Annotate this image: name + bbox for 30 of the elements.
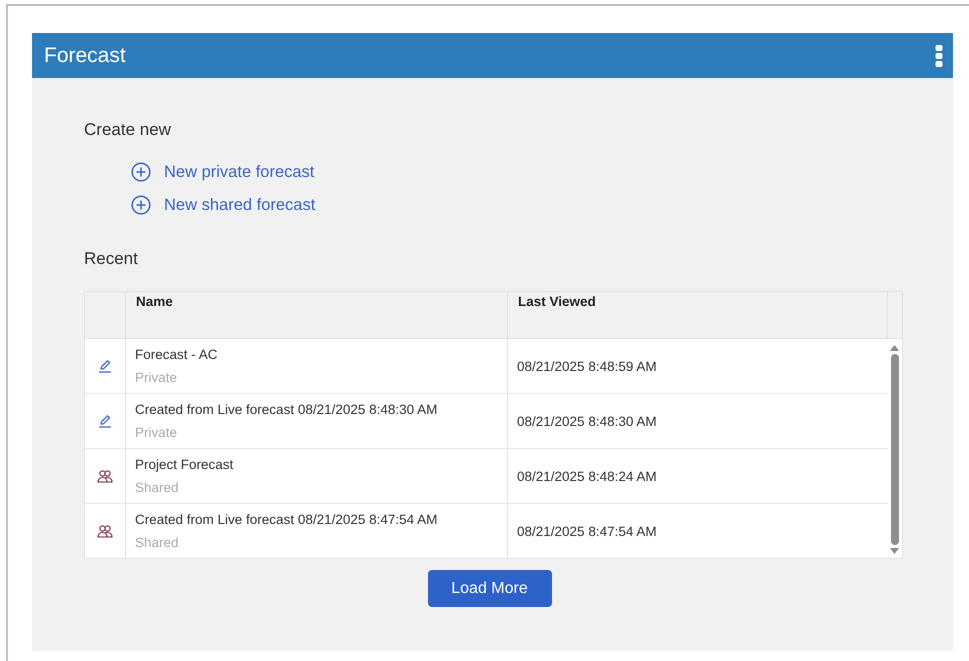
pencil-icon[interactable] xyxy=(98,414,112,428)
scrollbar-thumb[interactable] xyxy=(890,354,898,545)
forecast-name[interactable]: Created from Live forecast 08/21/2025 8:47:54 AM xyxy=(135,512,498,527)
pencil-icon[interactable] xyxy=(98,359,112,373)
people-icon xyxy=(97,524,113,538)
add-circle-icon xyxy=(131,162,151,182)
section-heading: Recent xyxy=(84,249,139,269)
scroll-down-icon[interactable] xyxy=(890,548,899,554)
add-circle-icon xyxy=(131,195,151,215)
new-forecast-link[interactable]: New private forecast xyxy=(131,162,901,182)
load-more-button[interactable]: Load More xyxy=(428,570,552,607)
last-viewed-date: 08/21/2025 8:47:54 AM xyxy=(517,524,657,538)
visibility-label: Private xyxy=(135,370,178,385)
section-heading: Create new xyxy=(84,120,172,140)
forecast-name[interactable]: Created from Live forecast 08/21/2025 8:48:30 AM xyxy=(135,402,498,417)
column-header[interactable]: Last Viewed xyxy=(507,292,888,338)
forecast-name[interactable]: Forecast - AC xyxy=(135,347,498,362)
visibility-label: Shared xyxy=(135,480,180,495)
last-viewed-date: 08/21/2025 8:48:59 AM xyxy=(517,358,657,374)
last-viewed-date: 08/21/2025 8:48:24 AM xyxy=(517,468,657,484)
people-icon xyxy=(97,470,113,482)
scroll-up-icon[interactable] xyxy=(890,345,899,351)
window-title: Forecast xyxy=(44,44,126,68)
column-header[interactable]: Name xyxy=(125,292,507,338)
forecast-name[interactable]: Project Forecast xyxy=(135,457,498,472)
last-viewed-date: 08/21/2025 8:48:30 AM xyxy=(517,414,657,428)
more-menu-icon[interactable] xyxy=(935,44,943,66)
visibility-label: Shared xyxy=(135,535,180,550)
new-forecast-link[interactable]: New shared forecast xyxy=(131,195,901,215)
visibility-label: Private xyxy=(135,425,178,440)
